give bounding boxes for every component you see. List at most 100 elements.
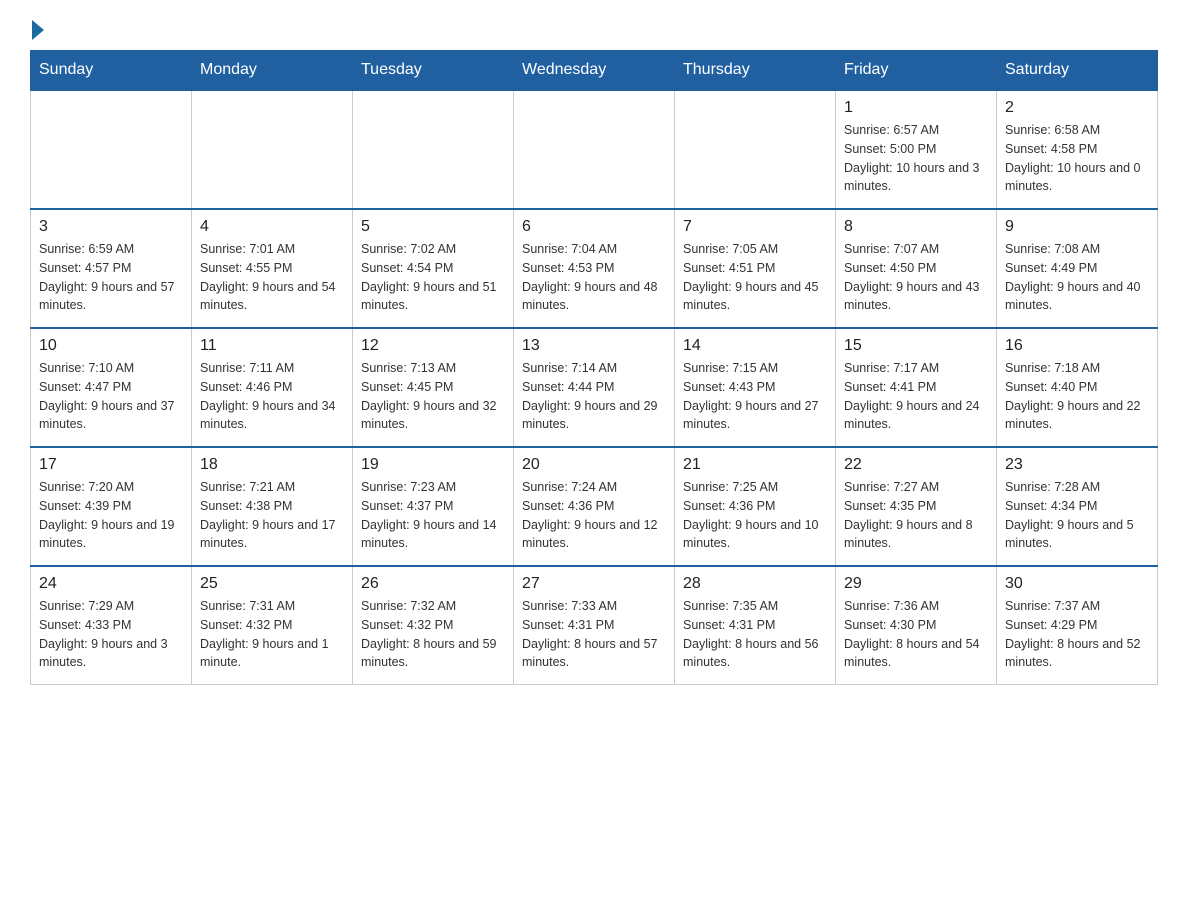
calendar-cell: 28 Sunrise: 7:35 AM Sunset: 4:31 PM Dayli… [675,566,836,685]
day-info: Sunrise: 7:31 AM Sunset: 4:32 PM Dayligh… [200,597,344,672]
day-info: Sunrise: 7:11 AM Sunset: 4:46 PM Dayligh… [200,359,344,434]
column-header-saturday: Saturday [997,51,1158,91]
calendar-cell: 15 Sunrise: 7:17 AM Sunset: 4:41 PM Dayli… [836,328,997,447]
calendar-cell: 22Sunrise: 7:27 AM Sunset: 4:35 PM Dayli… [836,447,997,566]
calendar-cell: 8 Sunrise: 7:07 AM Sunset: 4:50 PM Daylig… [836,209,997,328]
calendar-cell: 16 Sunrise: 7:18 AM Sunset: 4:40 PM Dayli… [997,328,1158,447]
day-info: Sunrise: 7:13 AM Sunset: 4:45 PM Dayligh… [361,359,505,434]
calendar-cell: 20 Sunrise: 7:24 AM Sunset: 4:36 PM Dayli… [514,447,675,566]
calendar-cell: 7 Sunrise: 7:05 AM Sunset: 4:51 PM Daylig… [675,209,836,328]
calendar-cell [192,90,353,209]
calendar-cell: 26Sunrise: 7:32 AM Sunset: 4:32 PM Dayli… [353,566,514,685]
calendar-cell: 9Sunrise: 7:08 AM Sunset: 4:49 PM Daylig… [997,209,1158,328]
calendar-cell [353,90,514,209]
calendar-week-row: 3 Sunrise: 6:59 AM Sunset: 4:57 PM Daylig… [31,209,1158,328]
column-header-wednesday: Wednesday [514,51,675,91]
calendar-table: SundayMondayTuesdayWednesdayThursdayFrid… [30,50,1158,685]
day-number: 30 [1005,575,1149,593]
day-info: Sunrise: 7:32 AM Sunset: 4:32 PM Dayligh… [361,597,505,672]
day-number: 17 [39,456,183,474]
day-number: 20 [522,456,666,474]
calendar-cell: 2 Sunrise: 6:58 AM Sunset: 4:58 PM Daylig… [997,90,1158,209]
day-info: Sunrise: 7:05 AM Sunset: 4:51 PM Dayligh… [683,240,827,315]
day-info: Sunrise: 7:02 AM Sunset: 4:54 PM Dayligh… [361,240,505,315]
day-info: Sunrise: 7:29 AM Sunset: 4:33 PM Dayligh… [39,597,183,672]
day-number: 8 [844,218,988,236]
day-number: 6 [522,218,666,236]
logo [30,20,46,40]
day-number: 28 [683,575,827,593]
calendar-cell: 19 Sunrise: 7:23 AM Sunset: 4:37 PM Dayli… [353,447,514,566]
day-number: 24 [39,575,183,593]
calendar-cell: 30 Sunrise: 7:37 AM Sunset: 4:29 PM Dayli… [997,566,1158,685]
day-info: Sunrise: 7:07 AM Sunset: 4:50 PM Dayligh… [844,240,988,315]
day-info: Sunrise: 7:21 AM Sunset: 4:38 PM Dayligh… [200,478,344,553]
calendar-cell: 23 Sunrise: 7:28 AM Sunset: 4:34 PM Dayli… [997,447,1158,566]
day-info: Sunrise: 7:23 AM Sunset: 4:37 PM Dayligh… [361,478,505,553]
column-header-sunday: Sunday [31,51,192,91]
day-info: Sunrise: 7:17 AM Sunset: 4:41 PM Dayligh… [844,359,988,434]
calendar-week-row: 10Sunrise: 7:10 AM Sunset: 4:47 PM Dayli… [31,328,1158,447]
day-number: 1 [844,99,988,117]
day-number: 5 [361,218,505,236]
day-number: 14 [683,337,827,355]
calendar-cell [31,90,192,209]
day-info: Sunrise: 7:10 AM Sunset: 4:47 PM Dayligh… [39,359,183,434]
day-info: Sunrise: 7:01 AM Sunset: 4:55 PM Dayligh… [200,240,344,315]
day-info: Sunrise: 7:24 AM Sunset: 4:36 PM Dayligh… [522,478,666,553]
day-number: 11 [200,337,344,355]
calendar-cell: 29 Sunrise: 7:36 AM Sunset: 4:30 PM Dayli… [836,566,997,685]
day-info: Sunrise: 6:57 AM Sunset: 5:00 PM Dayligh… [844,121,988,196]
day-number: 12 [361,337,505,355]
day-info: Sunrise: 7:33 AM Sunset: 4:31 PM Dayligh… [522,597,666,672]
calendar-cell: 4 Sunrise: 7:01 AM Sunset: 4:55 PM Daylig… [192,209,353,328]
calendar-cell: 25 Sunrise: 7:31 AM Sunset: 4:32 PM Dayli… [192,566,353,685]
calendar-cell: 18 Sunrise: 7:21 AM Sunset: 4:38 PM Dayli… [192,447,353,566]
day-info: Sunrise: 7:27 AM Sunset: 4:35 PM Dayligh… [844,478,988,553]
day-info: Sunrise: 7:18 AM Sunset: 4:40 PM Dayligh… [1005,359,1149,434]
calendar-cell: 14Sunrise: 7:15 AM Sunset: 4:43 PM Dayli… [675,328,836,447]
day-info: Sunrise: 7:35 AM Sunset: 4:31 PM Dayligh… [683,597,827,672]
day-number: 25 [200,575,344,593]
calendar-cell: 6 Sunrise: 7:04 AM Sunset: 4:53 PM Daylig… [514,209,675,328]
calendar-week-row: 17 Sunrise: 7:20 AM Sunset: 4:39 PM Dayli… [31,447,1158,566]
day-number: 3 [39,218,183,236]
day-info: Sunrise: 7:04 AM Sunset: 4:53 PM Dayligh… [522,240,666,315]
day-info: Sunrise: 6:58 AM Sunset: 4:58 PM Dayligh… [1005,121,1149,196]
column-header-tuesday: Tuesday [353,51,514,91]
day-info: Sunrise: 7:36 AM Sunset: 4:30 PM Dayligh… [844,597,988,672]
day-info: Sunrise: 7:28 AM Sunset: 4:34 PM Dayligh… [1005,478,1149,553]
day-number: 16 [1005,337,1149,355]
calendar-cell: 1 Sunrise: 6:57 AM Sunset: 5:00 PM Daylig… [836,90,997,209]
day-number: 7 [683,218,827,236]
day-info: Sunrise: 7:37 AM Sunset: 4:29 PM Dayligh… [1005,597,1149,672]
day-number: 4 [200,218,344,236]
day-number: 19 [361,456,505,474]
calendar-cell: 13 Sunrise: 7:14 AM Sunset: 4:44 PM Dayli… [514,328,675,447]
calendar-cell: 12 Sunrise: 7:13 AM Sunset: 4:45 PM Dayli… [353,328,514,447]
day-info: Sunrise: 6:59 AM Sunset: 4:57 PM Dayligh… [39,240,183,315]
column-header-friday: Friday [836,51,997,91]
day-info: Sunrise: 7:14 AM Sunset: 4:44 PM Dayligh… [522,359,666,434]
day-number: 18 [200,456,344,474]
day-number: 15 [844,337,988,355]
calendar-cell: 5 Sunrise: 7:02 AM Sunset: 4:54 PM Daylig… [353,209,514,328]
calendar-header-row: SundayMondayTuesdayWednesdayThursdayFrid… [31,51,1158,91]
logo-area [30,20,46,40]
day-info: Sunrise: 7:25 AM Sunset: 4:36 PM Dayligh… [683,478,827,553]
column-header-thursday: Thursday [675,51,836,91]
day-number: 13 [522,337,666,355]
day-number: 29 [844,575,988,593]
day-number: 2 [1005,99,1149,117]
calendar-cell [514,90,675,209]
logo-arrow-icon [32,20,44,40]
column-header-monday: Monday [192,51,353,91]
page-header [30,20,1158,40]
day-number: 23 [1005,456,1149,474]
day-number: 21 [683,456,827,474]
calendar-cell: 24 Sunrise: 7:29 AM Sunset: 4:33 PM Dayli… [31,566,192,685]
calendar-cell [675,90,836,209]
calendar-week-row: 24 Sunrise: 7:29 AM Sunset: 4:33 PM Dayli… [31,566,1158,685]
calendar-cell: 17 Sunrise: 7:20 AM Sunset: 4:39 PM Dayli… [31,447,192,566]
day-info: Sunrise: 7:20 AM Sunset: 4:39 PM Dayligh… [39,478,183,553]
